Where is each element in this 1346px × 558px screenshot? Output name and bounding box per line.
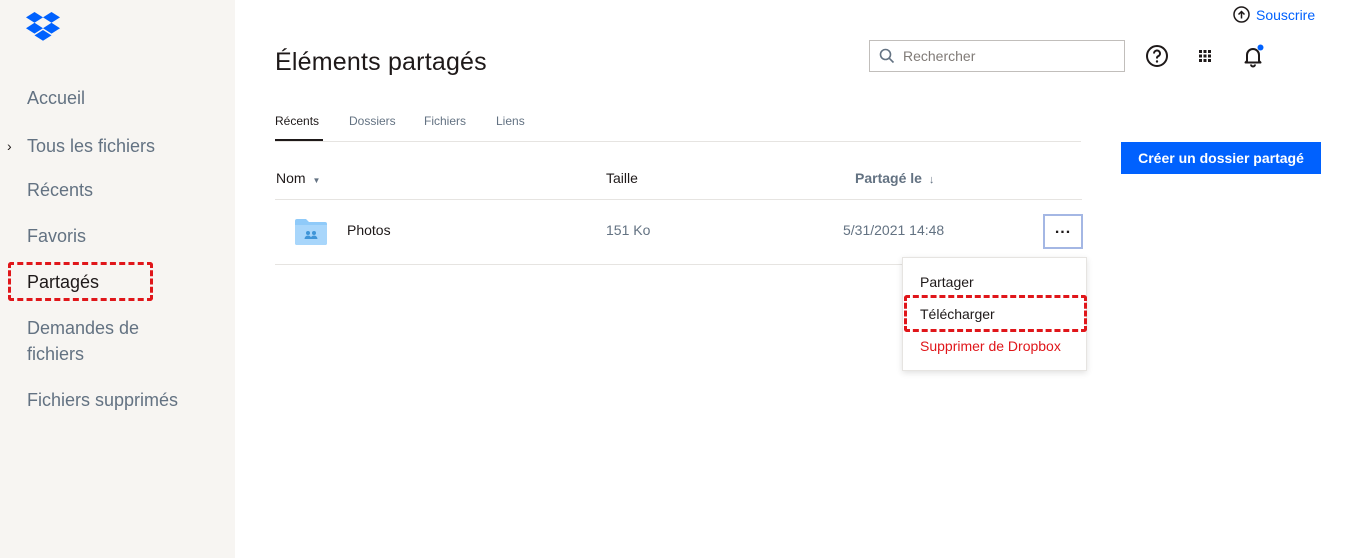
more-actions-button[interactable]: ...	[1043, 214, 1083, 249]
shared-folder-icon	[295, 219, 327, 245]
chevron-right-icon[interactable]: ›	[7, 138, 12, 154]
notification-bell-icon[interactable]	[1241, 44, 1265, 68]
search-icon	[879, 48, 895, 64]
column-header-name[interactable]: Nom ▼	[276, 170, 320, 186]
highlight-annotation	[8, 262, 153, 301]
dropbox-logo-icon[interactable]	[26, 12, 60, 42]
sort-caret-icon: ▼	[312, 176, 321, 185]
sidebar-item-starred[interactable]: Favoris	[27, 223, 86, 249]
tab-bar: Récents Dossiers Fichiers Liens	[275, 112, 1081, 142]
sidebar-item-file-requests[interactable]: Demandes de fichiers	[27, 315, 177, 367]
sidebar: Accueil › Tous les fichiers Récents Favo…	[0, 0, 235, 558]
search-input[interactable]	[903, 48, 1113, 64]
sort-down-arrow-icon: ↓	[928, 174, 935, 186]
tab-links[interactable]: Liens	[496, 114, 525, 128]
sidebar-item-all-files[interactable]: Tous les fichiers	[27, 133, 155, 159]
menu-item-delete[interactable]: Supprimer de Dropbox	[920, 338, 1061, 354]
sidebar-item-home[interactable]: Accueil	[27, 85, 85, 111]
tab-files[interactable]: Fichiers	[424, 114, 466, 128]
tab-folders[interactable]: Dossiers	[349, 114, 396, 128]
create-shared-folder-button[interactable]: Créer un dossier partagé	[1121, 142, 1321, 174]
row-name[interactable]: Photos	[347, 222, 391, 238]
search-box[interactable]	[869, 40, 1125, 72]
apps-grid-icon[interactable]	[1193, 44, 1217, 68]
tab-recents[interactable]: Récents	[275, 114, 319, 128]
column-name-label: Nom	[276, 170, 306, 186]
highlight-annotation	[904, 295, 1087, 332]
ellipsis-icon: ...	[1054, 219, 1072, 237]
column-header-size[interactable]: Taille	[606, 170, 638, 186]
page-title: Éléments partagés	[275, 48, 487, 76]
column-shared-label: Partagé le	[855, 170, 922, 186]
column-header-shared[interactable]: Partagé le ↓	[855, 170, 934, 186]
sidebar-item-deleted-files[interactable]: Fichiers supprimés	[27, 387, 178, 413]
row-size: 151 Ko	[606, 222, 651, 238]
help-icon[interactable]	[1145, 44, 1169, 68]
sidebar-item-recents[interactable]: Récents	[27, 177, 93, 203]
upgrade-label: Souscrire	[1256, 6, 1316, 23]
menu-item-share[interactable]: Partager	[920, 274, 974, 290]
divider	[275, 199, 1082, 200]
active-tab-indicator	[275, 139, 323, 141]
arrow-up-circle-icon	[1233, 6, 1250, 23]
upgrade-link[interactable]: Souscrire	[1233, 6, 1315, 23]
row-shared-date: 5/31/2021 14:48	[843, 222, 945, 238]
